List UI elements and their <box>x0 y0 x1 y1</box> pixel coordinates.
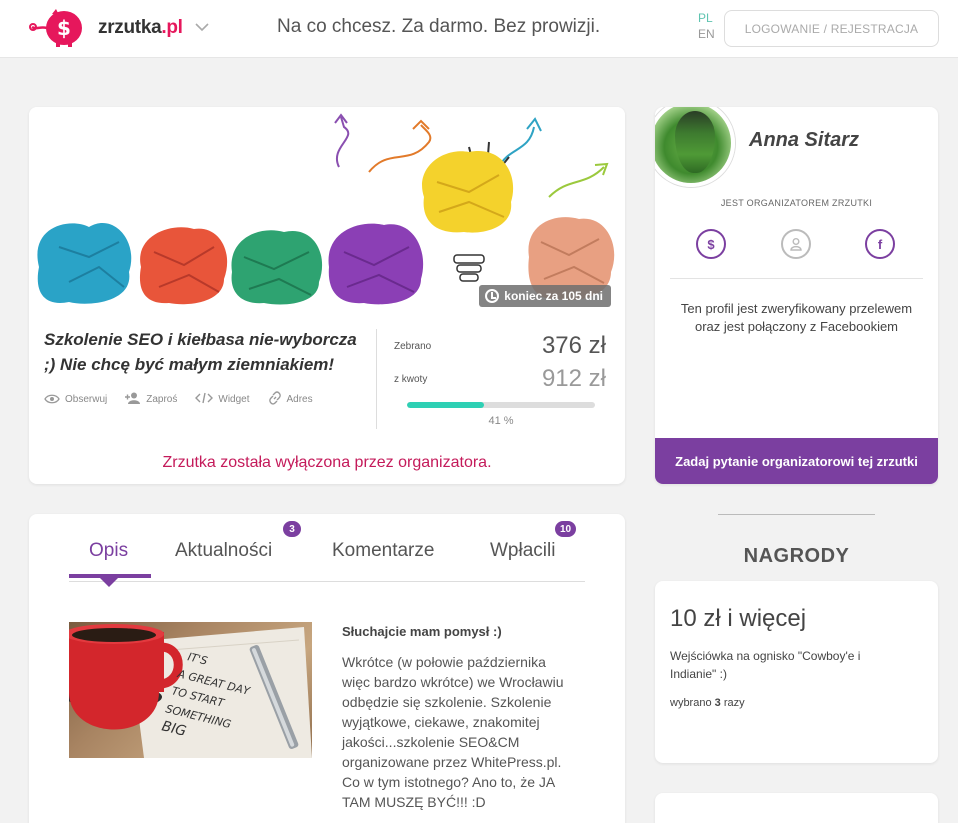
goal-value: 912 zł <box>541 365 606 392</box>
top-header: $ zrzutka.pl Na co chcesz. Za darmo. Bez… <box>0 0 958 58</box>
organizer-name[interactable]: Anna Sitarz <box>749 129 859 152</box>
updates-count-badge: 3 <box>283 521 301 537</box>
clock-icon <box>485 289 500 303</box>
campaign-card: koniec za 105 dni Szkolenie SEO i kiełba… <box>29 107 625 484</box>
time-remaining-text: koniec za 105 dni <box>504 289 603 303</box>
collected-label: Zebrano <box>394 341 432 352</box>
verified-profile-text: Ten profil jest zweryfikowany przelewem … <box>680 301 913 334</box>
progress-percent: 41 % <box>488 415 514 427</box>
reward-card-next[interactable] <box>655 793 938 823</box>
organizer-card: Anna Sitarz JEST ORGANIZATOREM ZRZUTKI $… <box>655 107 938 484</box>
goal-label: z kwoty <box>394 374 428 385</box>
reward-description: Wejściówka na ognisko "Cowboy'e i Indian… <box>670 649 861 681</box>
ask-organizer-button[interactable]: Zadaj pytanie organizatorowi tej zrzutki <box>655 438 938 484</box>
dollar-icon: $ <box>696 229 726 259</box>
reward-card[interactable]: 10 zł i więcej Wejściówka na ognisko "Co… <box>655 581 938 763</box>
follow-button[interactable]: Obserwuj <box>44 391 107 408</box>
description-text: Wkrótce (w połowie października więc bar… <box>342 654 564 810</box>
widget-label: Widget <box>218 394 250 405</box>
content-tabs-card: Opis Aktualności 3 Komentarze Wpłacili 1… <box>29 514 625 823</box>
rewards-title: NAGRODY <box>743 545 850 567</box>
chevron-down-icon[interactable] <box>195 21 209 35</box>
organizer-role: JEST ORGANIZATOREM ZRZUTKI <box>720 198 873 208</box>
lang-en[interactable]: EN <box>698 26 715 42</box>
reward-chosen-count: wybrano 3 razy <box>670 697 745 709</box>
logo-text: zrzutka.pl <box>98 17 183 38</box>
invite-button[interactable]: Zaproś <box>125 391 177 408</box>
tab-description[interactable]: Opis <box>89 540 128 562</box>
lang-pl[interactable]: PL <box>698 10 715 26</box>
avatar[interactable] <box>655 107 735 187</box>
tab-contributors[interactable]: Wpłacili <box>490 540 555 562</box>
sidebar-divider <box>718 514 875 515</box>
description-heading: Słuchajcie mam pomysł :) <box>342 624 502 639</box>
invite-label: Zaproś <box>146 394 178 405</box>
collected-value: 376 zł <box>541 332 606 359</box>
follow-label: Obserwuj <box>65 394 108 405</box>
campaign-actions: Obserwuj Zaproś Widget Adres <box>44 391 313 408</box>
user-plus-icon <box>125 392 141 407</box>
address-button[interactable]: Adres <box>268 391 313 408</box>
stats-divider <box>376 329 377 429</box>
address-label: Adres <box>286 394 313 405</box>
description-image: IT'S A GREAT DAY TO START SOMETHING BIG <box>69 622 312 758</box>
facebook-icon: f <box>865 229 895 259</box>
piggy-bank-logo-icon: $ <box>28 8 88 48</box>
tab-updates[interactable]: Aktualności <box>175 540 272 562</box>
code-icon <box>195 392 214 407</box>
link-icon <box>268 391 282 408</box>
logo[interactable]: $ zrzutka.pl <box>28 8 209 48</box>
time-remaining-badge: koniec za 105 dni <box>479 285 611 307</box>
contributors-count-badge: 10 <box>555 521 577 537</box>
tab-comments[interactable]: Komentarze <box>332 540 434 562</box>
tagline: Na co chcesz. Za darmo. Bez prowizji. <box>277 16 601 37</box>
progress-fill <box>407 402 485 408</box>
reward-amount: 10 zł i więcej <box>670 605 807 632</box>
eye-icon <box>44 392 60 407</box>
widget-button[interactable]: Widget <box>195 391 250 408</box>
svg-text:$: $ <box>57 16 71 40</box>
campaign-hero-image: koniec za 105 dni <box>29 107 625 315</box>
divider <box>670 278 923 279</box>
tabs-divider <box>69 581 585 582</box>
campaign-title: Szkolenie SEO i kiełbasa nie-wyborcza ;)… <box>44 330 357 374</box>
user-icon <box>781 229 811 259</box>
campaign-disabled-message: Zrzutka została wyłączona przez organiza… <box>162 454 492 471</box>
active-tab-caret <box>100 578 118 587</box>
language-switcher: PL EN <box>698 10 715 42</box>
login-register-button[interactable]: LOGOWANIE / REJESTRACJA <box>724 10 939 47</box>
funding-progress-bar <box>407 402 595 408</box>
